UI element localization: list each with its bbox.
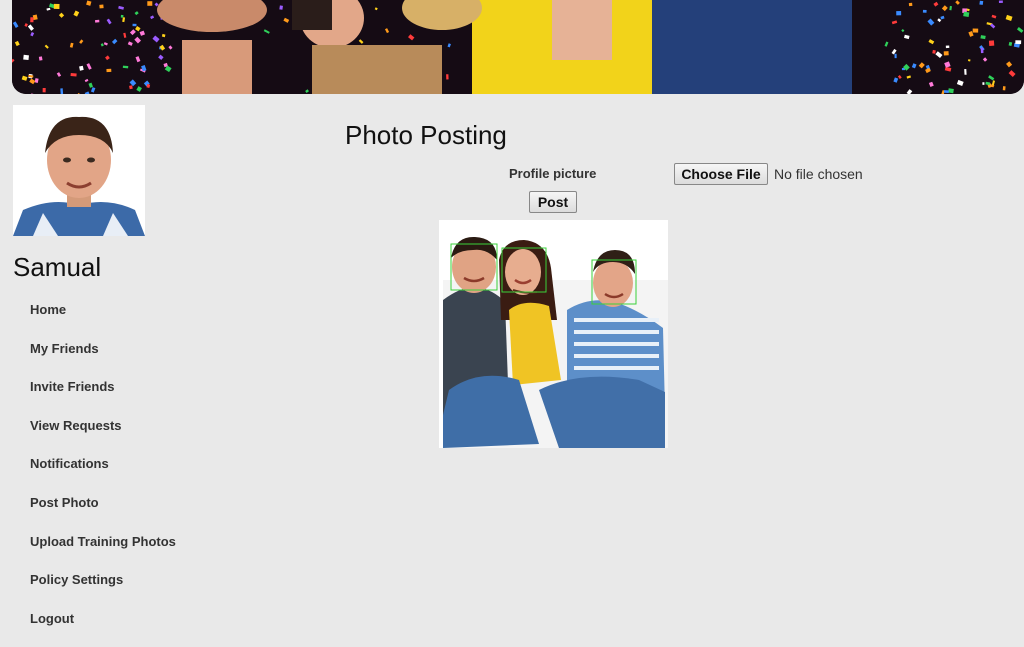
sidebar-item-logout[interactable]: Logout (30, 609, 176, 647)
header-banner-image (12, 0, 1024, 94)
sidebar-item-view-requests[interactable]: View Requests (30, 416, 176, 455)
page-title: Photo Posting (345, 120, 507, 150)
file-status-text: No file chosen (774, 166, 863, 182)
choose-file-button[interactable]: Choose File (674, 163, 768, 185)
profile-name: Samual (13, 252, 102, 282)
sidebar-item-invite-friends[interactable]: Invite Friends (30, 377, 176, 416)
post-button[interactable]: Post (529, 191, 577, 213)
sidebar-item-notifications[interactable]: Notifications (30, 454, 176, 493)
sidebar-item-my-friends[interactable]: My Friends (30, 339, 176, 378)
sidebar-item-home[interactable]: Home (30, 300, 176, 339)
sidebar-item-upload-training-photos[interactable]: Upload Training Photos (30, 532, 176, 571)
photo-preview (439, 220, 668, 448)
sidebar-nav: Home My Friends Invite Friends View Requ… (30, 300, 176, 647)
sidebar-item-post-photo[interactable]: Post Photo (30, 493, 176, 532)
profile-avatar (13, 105, 145, 236)
sidebar-item-policy-settings[interactable]: Policy Settings (30, 570, 176, 609)
profile-picture-label: Profile picture (509, 166, 597, 181)
